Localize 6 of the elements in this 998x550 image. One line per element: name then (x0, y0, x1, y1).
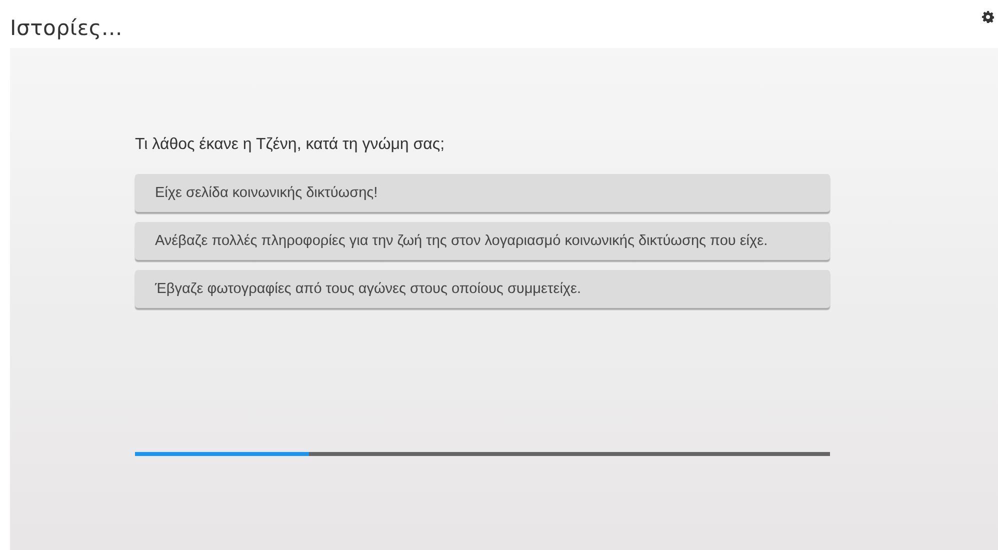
question-text: Τι λάθος έκανε η Τζένη, κατά τη γνώμη σας; (135, 136, 446, 154)
settings-icon[interactable] (982, 11, 994, 23)
answer-option[interactable]: Έβγαζε φωτογραφίες από τους αγώνες στους οποίους συμμετείχε. (135, 270, 830, 308)
page-title: Ιστορίες... (10, 16, 122, 40)
answer-option[interactable]: Είχε σελίδα κοινωνικής δικτύωσης! (135, 174, 830, 212)
answer-option[interactable]: Ανέβαζε πολλές πληροφορίες για την ζωή της στον λογαριασμό κοινωνικής δικτύωσης που είχε. (135, 222, 830, 260)
